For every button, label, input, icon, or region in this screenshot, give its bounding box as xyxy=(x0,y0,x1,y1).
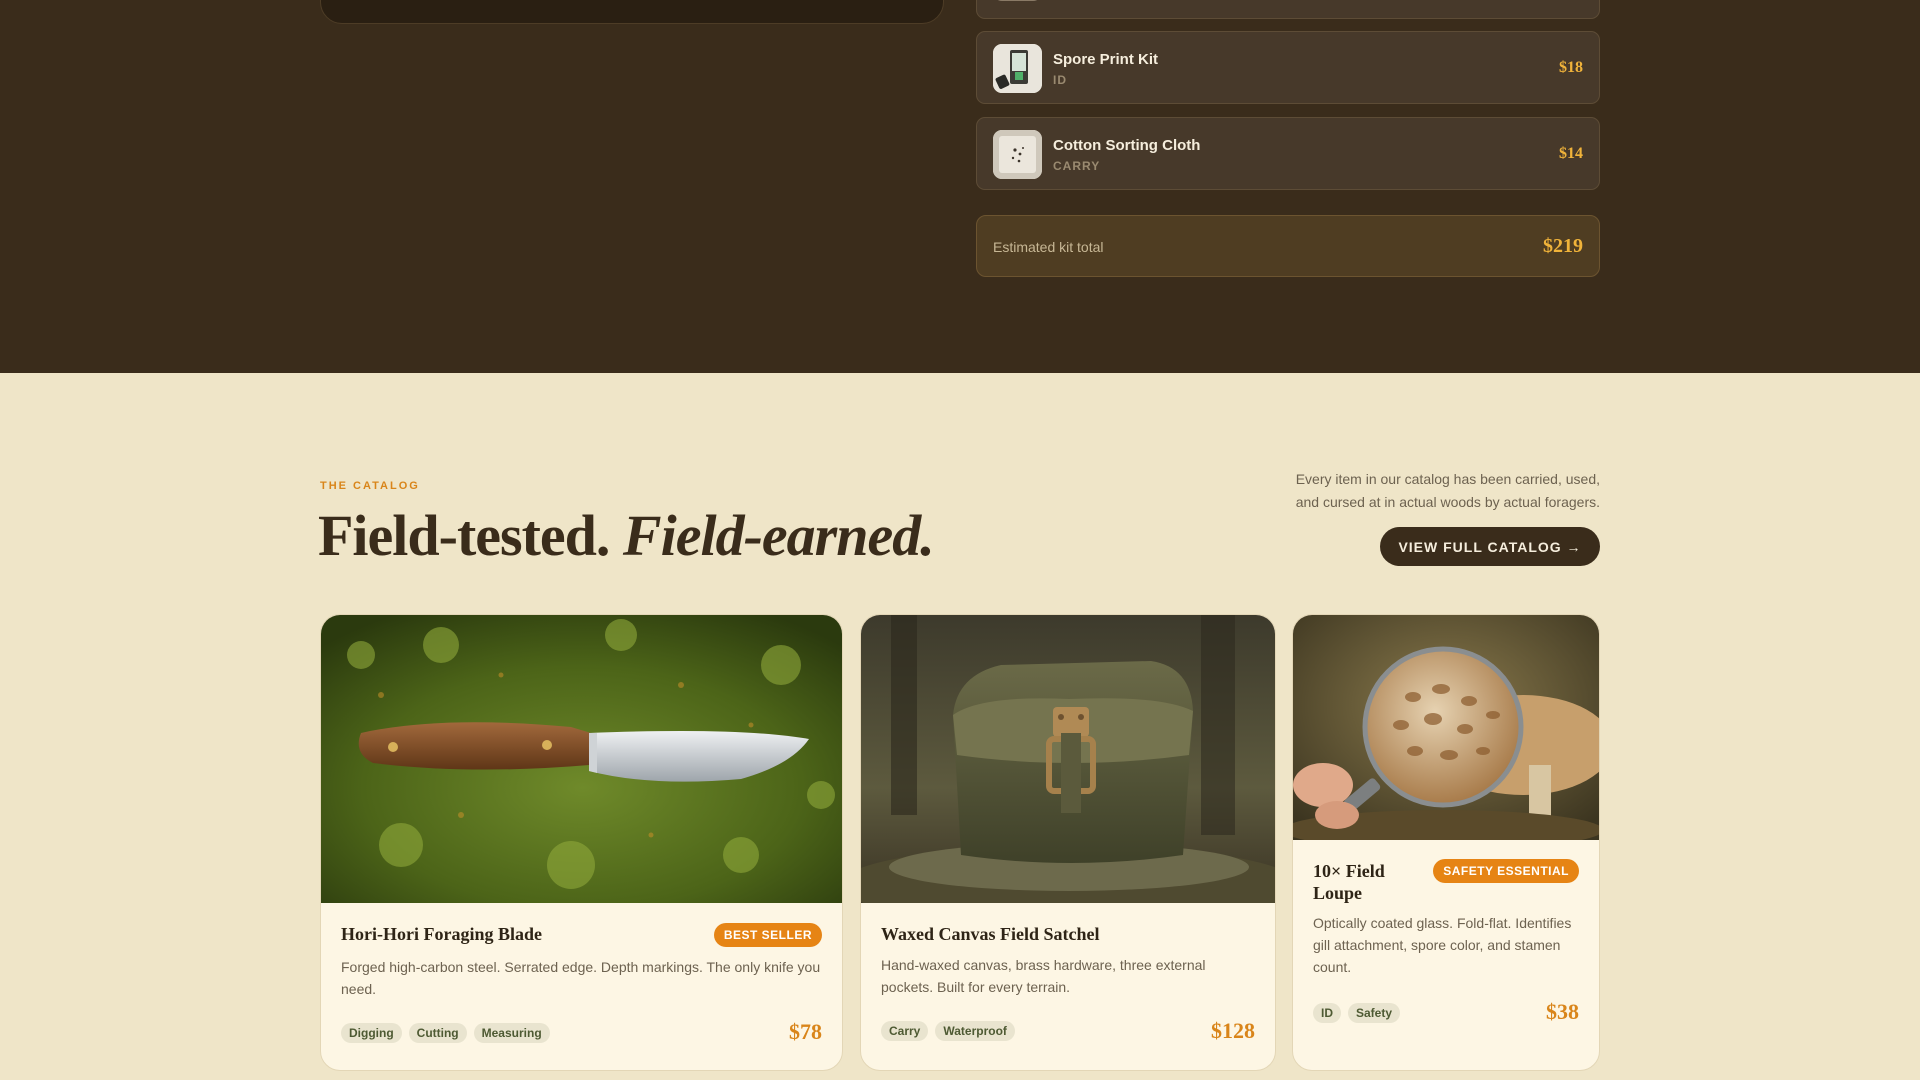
tag-cutting: Cutting xyxy=(408,1023,467,1043)
spore-print-kit-icon xyxy=(993,44,1042,93)
product-card[interactable]: 10× Field Loupe SAFETY ESSENTIAL Optical… xyxy=(1292,614,1600,1071)
kit-item-category: CARRY xyxy=(1053,159,1101,173)
best-seller-badge: BEST SELLER xyxy=(713,923,822,947)
cotton-cloth-icon xyxy=(993,130,1042,179)
tag-id: ID xyxy=(1313,1003,1341,1023)
kit-item-name: Cotton Sorting Cloth xyxy=(1053,137,1201,154)
kit-total: Estimated kit total $219 xyxy=(976,215,1600,277)
product-tags: ID Safety xyxy=(1313,1003,1401,1023)
canvas-satchel-photo xyxy=(861,615,1275,903)
tag-measuring: Measuring xyxy=(473,1023,550,1043)
loupe-mushroom-photo xyxy=(1293,615,1599,840)
headline-plain: Field-tested. xyxy=(318,503,610,568)
catalog-eyebrow: THE CATALOG xyxy=(320,480,420,492)
kit-section: Spore Print Kit ID $18 Cotton Sorting Cl… xyxy=(0,0,1920,373)
kit-item-category: ID xyxy=(1053,73,1067,87)
catalog-intro: Every item in our catalog has been carri… xyxy=(1295,471,1600,510)
kit-item[interactable]: Spore Print Kit ID $18 xyxy=(976,31,1600,104)
product-card[interactable]: Waxed Canvas Field Satchel Hand-waxed ca… xyxy=(860,614,1276,1071)
product-description: Hand-waxed canvas, brass hardware, three… xyxy=(881,957,1206,995)
product-description: Forged high-carbon steel. Serrated edge.… xyxy=(341,959,821,997)
view-full-catalog-button[interactable]: VIEW FULL CATALOG → xyxy=(1380,527,1600,566)
product-price: $128 xyxy=(1211,1018,1255,1043)
product-title[interactable]: Waxed Canvas Field Satchel xyxy=(881,923,1100,945)
headline-italic: Field-earned. xyxy=(622,503,935,568)
kit-item[interactable] xyxy=(976,0,1600,19)
product-card[interactable]: Hori-Hori Foraging Blade BEST SELLER For… xyxy=(320,614,843,1071)
kit-item-price: $14 xyxy=(1559,145,1583,162)
kit-item[interactable]: Cotton Sorting Cloth CARRY $14 xyxy=(976,117,1600,190)
safety-essential-badge: SAFETY ESSENTIAL xyxy=(1433,859,1579,883)
kit-left-panel xyxy=(320,0,944,24)
product-tags: Carry Waterproof xyxy=(881,1021,1015,1041)
product-description: Optically coated glass. Fold-flat. Ident… xyxy=(1313,915,1572,975)
product-tags: Digging Cutting Measuring xyxy=(341,1023,550,1043)
kit-total-value: $219 xyxy=(1543,235,1583,257)
kit-item-name: Spore Print Kit xyxy=(1053,51,1159,68)
tag-digging: Digging xyxy=(341,1023,402,1043)
tag-carry: Carry xyxy=(881,1021,929,1041)
tag-safety: Safety xyxy=(1348,1003,1401,1023)
catalog-headline: Field-tested. Field-earned. xyxy=(318,502,935,569)
tag-waterproof: Waterproof xyxy=(935,1021,1015,1041)
mushroom-thumb-icon xyxy=(993,0,1042,1)
product-price: $38 xyxy=(1546,999,1579,1024)
product-price: $78 xyxy=(789,1019,822,1044)
knife-on-moss-photo xyxy=(321,615,842,903)
product-title[interactable]: 10× Field Loupe xyxy=(1313,860,1433,904)
kit-total-label: Estimated kit total xyxy=(993,239,1104,255)
kit-item-price: $18 xyxy=(1559,59,1583,76)
product-title[interactable]: Hori-Hori Foraging Blade xyxy=(341,923,542,945)
